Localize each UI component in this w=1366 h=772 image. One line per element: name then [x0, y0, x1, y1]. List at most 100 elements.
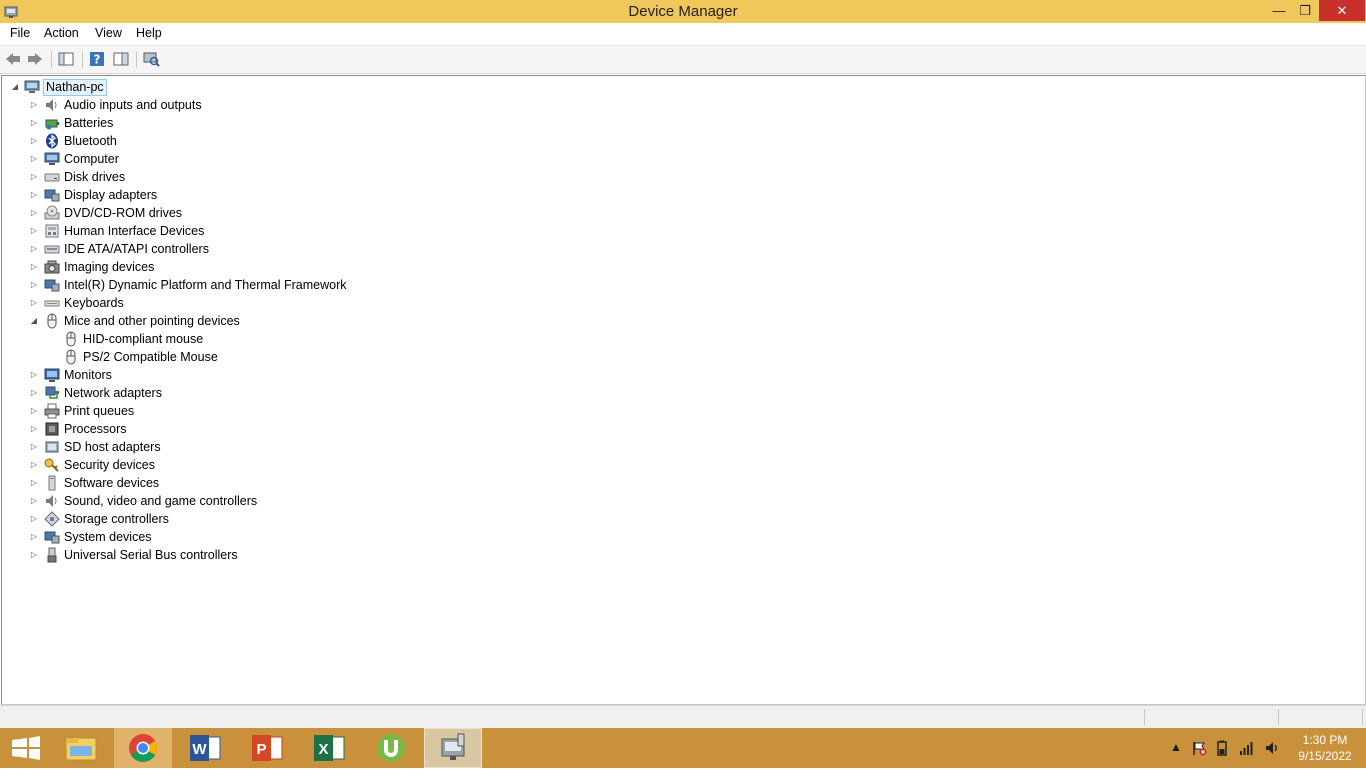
tree-category-node[interactable]: ▷ Display adapters	[2, 186, 602, 204]
expand-arrow-icon[interactable]: ▷	[29, 132, 39, 150]
tree-category-node[interactable]: ▷ Monitors	[2, 366, 602, 384]
tree-category-node[interactable]: ▷ Intel(R) Dynamic Platform and Thermal F…	[2, 276, 602, 294]
battery-icon[interactable]	[1214, 740, 1230, 756]
expand-arrow-icon[interactable]: ▷	[29, 186, 39, 204]
tree-device-label: HID-compliant mouse	[83, 332, 204, 346]
volume-icon[interactable]	[1264, 740, 1280, 756]
chrome-taskbar-button[interactable]	[114, 728, 172, 768]
expand-arrow-icon[interactable]: ▷	[29, 294, 39, 312]
expand-arrow-icon[interactable]: ▷	[29, 474, 39, 492]
minimize-button[interactable]: —	[1266, 0, 1292, 21]
tree-root-node[interactable]: ◢ Nathan-pc	[2, 78, 112, 96]
tree-category-node[interactable]: ▷ IDE ATA/ATAPI controllers	[2, 240, 602, 258]
restore-button[interactable]: ❐	[1292, 0, 1318, 21]
powerpoint-taskbar-button[interactable]: P	[238, 728, 296, 768]
tree-category-label: Batteries	[64, 116, 114, 130]
expand-arrow-icon[interactable]: ▷	[29, 420, 39, 438]
expand-arrow-icon[interactable]: ▷	[29, 366, 39, 384]
expand-arrow-icon[interactable]: ▷	[29, 456, 39, 474]
expand-arrow-icon[interactable]: ▷	[29, 114, 39, 132]
scan-hardware-changes-icon[interactable]	[142, 50, 160, 68]
device-manager-taskbar-button[interactable]	[424, 728, 482, 768]
network-signal-icon[interactable]	[1239, 740, 1255, 756]
expand-arrow-icon[interactable]: ▷	[29, 150, 39, 168]
tree-category-node[interactable]: ▷ DVD/CD-ROM drives	[2, 204, 602, 222]
tree-category-node[interactable]: ▷ Human Interface Devices	[2, 222, 602, 240]
tree-category-label: Disk drives	[64, 170, 126, 184]
show-hide-console-tree-icon[interactable]	[57, 50, 75, 68]
start-button[interactable]	[0, 728, 58, 768]
tree-category-node[interactable]: ▷ Bluetooth	[2, 132, 602, 150]
tree-category-label: Software devices	[64, 476, 160, 490]
excel-taskbar-button[interactable]: X	[300, 728, 358, 768]
show-hidden-icons-icon[interactable]: ▲	[1170, 740, 1182, 754]
help-icon[interactable]: ?	[88, 50, 106, 68]
collapse-arrow-icon[interactable]: ◢	[29, 312, 39, 330]
tree-category-node[interactable]: ▷ Storage controllers	[2, 510, 602, 528]
expand-arrow-icon[interactable]: ▷	[29, 204, 39, 222]
expand-arrow-icon[interactable]: ▷	[29, 528, 39, 546]
word-taskbar-button[interactable]: W	[176, 728, 234, 768]
tree-category-node[interactable]: ▷ Disk drives	[2, 168, 602, 186]
tree-category-node[interactable]: ▷ Batteries	[2, 114, 602, 132]
file-explorer-taskbar-button[interactable]	[52, 728, 110, 768]
expand-arrow-icon[interactable]: ▷	[29, 222, 39, 240]
expand-arrow-icon[interactable]: ▷	[29, 258, 39, 276]
tree-category-node[interactable]: ▷ Computer	[2, 150, 602, 168]
tree-category-node[interactable]: ▷ Network adapters	[2, 384, 602, 402]
tree-device-node[interactable]: HID-compliant mouse	[2, 330, 602, 348]
expand-arrow-icon[interactable]: ▷	[29, 276, 39, 294]
forward-arrow-icon[interactable]	[26, 50, 44, 68]
menu-file[interactable]: File	[10, 26, 30, 40]
tree-category-node[interactable]: ▷ Processors	[2, 420, 602, 438]
sd-card-icon	[45, 441, 59, 453]
svg-text:P: P	[256, 741, 266, 758]
tree-category-node[interactable]: ▷ SD host adapters	[2, 438, 602, 456]
tree-category-node[interactable]: ▷ Keyboards	[2, 294, 602, 312]
expand-arrow-icon[interactable]: ▷	[29, 546, 39, 564]
expand-arrow-icon[interactable]: ▷	[29, 438, 39, 456]
folder-icon	[65, 737, 97, 761]
menu-help[interactable]: Help	[136, 26, 162, 40]
tree-category-node[interactable]: ▷ Universal Serial Bus controllers	[2, 546, 602, 564]
clock-time: 1:30 PM	[1302, 733, 1348, 747]
menu-action[interactable]: Action	[44, 26, 79, 40]
tree-category-node[interactable]: ▷ Audio inputs and outputs	[2, 96, 602, 114]
expand-arrow-icon[interactable]: ▷	[29, 402, 39, 420]
collapse-arrow-icon[interactable]: ◢	[10, 78, 20, 96]
utorrent-taskbar-button[interactable]	[362, 728, 420, 768]
expand-arrow-icon[interactable]: ▷	[29, 510, 39, 528]
tree-category-node[interactable]: ▷ Security devices	[2, 456, 602, 474]
properties-pane-icon[interactable]	[112, 50, 130, 68]
storage-controller-icon	[44, 511, 60, 527]
tree-category-label: Mice and other pointing devices	[64, 314, 240, 328]
key-icon	[44, 458, 59, 472]
tree-category-node[interactable]: ▷ Print queues	[2, 402, 602, 420]
windows-logo-icon	[12, 736, 40, 760]
device-tree-pane[interactable]: ◢ Nathan-pc ▷ Audio inputs and outputs ▷ Ba…	[1, 75, 1366, 705]
tree-category-node[interactable]: ▷ Software devices	[2, 474, 602, 492]
close-button[interactable]: ✕	[1319, 0, 1365, 21]
action-center-flag-icon[interactable]	[1191, 740, 1207, 756]
back-arrow-icon[interactable]	[4, 50, 22, 68]
tree-category-node[interactable]: ▷ Imaging devices	[2, 258, 602, 276]
disk-drive-icon	[44, 173, 60, 182]
tree-category-label: Intel(R) Dynamic Platform and Thermal Fr…	[64, 278, 347, 292]
expand-arrow-icon[interactable]: ▷	[29, 492, 39, 510]
tree-category-node[interactable]: ▷ System devices	[2, 528, 602, 546]
tree-category-label: Print queues	[64, 404, 135, 418]
utorrent-icon	[377, 734, 405, 762]
tree-category-node[interactable]: ▷ Sound, video and game controllers	[2, 492, 602, 510]
expand-arrow-icon[interactable]: ▷	[29, 168, 39, 186]
menu-view[interactable]: View	[95, 26, 122, 40]
computer-icon	[44, 152, 60, 165]
tree-category-node[interactable]: ◢ Mice and other pointing devices	[2, 312, 602, 330]
svg-text:W: W	[192, 741, 207, 758]
toolbar-separator	[51, 51, 52, 68]
tree-category-label: Audio inputs and outputs	[64, 98, 202, 112]
expand-arrow-icon[interactable]: ▷	[29, 96, 39, 114]
taskbar-clock[interactable]: 1:30 PM 9/15/2022	[1296, 732, 1354, 764]
expand-arrow-icon[interactable]: ▷	[29, 384, 39, 402]
expand-arrow-icon[interactable]: ▷	[29, 240, 39, 258]
tree-device-node[interactable]: PS/2 Compatible Mouse	[2, 348, 602, 366]
